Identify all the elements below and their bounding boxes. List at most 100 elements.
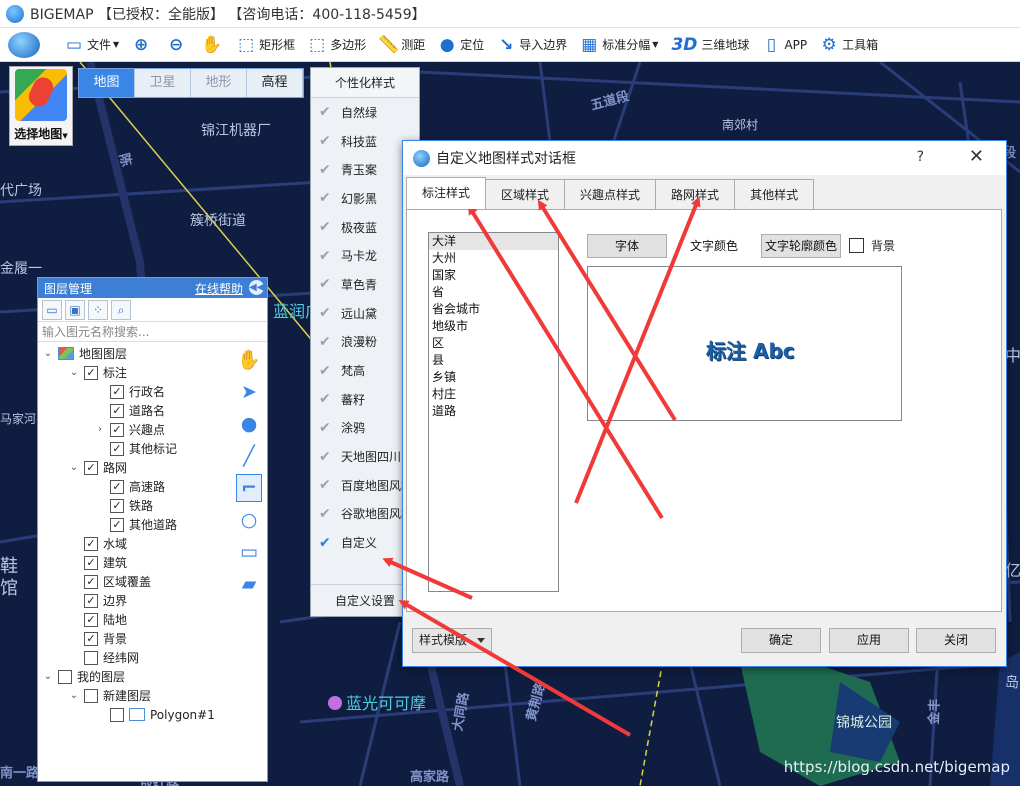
circle-icon[interactable]: ○ — [236, 504, 262, 536]
tree-item[interactable]: ✓ 背景 — [38, 629, 234, 648]
chevron-right-icon[interactable]: › — [94, 424, 106, 435]
category-item[interactable]: 地级市 — [429, 318, 558, 335]
search-icon[interactable]: ⌕ — [111, 299, 131, 320]
layer-checkbox[interactable] — [110, 707, 124, 722]
pan-button[interactable]: ✋ — [195, 30, 230, 60]
layer-checkbox[interactable]: ✓ — [84, 365, 98, 380]
line-icon[interactable]: ╱ — [236, 440, 262, 472]
app-button[interactable]: ▯ APP — [755, 30, 813, 60]
tree-item[interactable]: ⌄ 我的图层 — [38, 667, 234, 686]
rectangle-select-button[interactable]: ⬚ 矩形框 — [230, 30, 301, 60]
file-button[interactable]: ▭ 文件 ▼ — [58, 30, 125, 60]
locate-button[interactable]: ● 定位 — [431, 30, 490, 60]
category-item[interactable]: 乡镇 — [429, 369, 558, 386]
layer-checkbox[interactable]: ✓ — [84, 631, 98, 646]
layer-checkbox[interactable]: ✓ — [110, 384, 124, 399]
text-outline-color-button[interactable]: 文字轮廓颜色 — [761, 234, 841, 258]
close-icon[interactable]: ✕ — [969, 146, 984, 167]
layer-checkbox[interactable]: ✓ — [84, 574, 98, 589]
category-item[interactable]: 村庄 — [429, 386, 558, 403]
apply-button[interactable]: 应用 — [829, 628, 909, 653]
chevron-down-icon[interactable]: ⌄ — [42, 671, 54, 682]
measure-button[interactable]: 📏 测距 — [372, 30, 431, 60]
layer-search-input[interactable]: 输入图元名称搜索... — [38, 322, 267, 342]
tree-item[interactable]: ✓ 区域覆盖 — [38, 572, 234, 591]
polyline-icon[interactable]: ⌐ — [236, 474, 262, 502]
help-icon[interactable]: ? — [917, 149, 924, 165]
tab-poi-style[interactable]: 兴趣点样式 — [564, 179, 657, 209]
zoom-out-button[interactable]: ⊖ — [160, 30, 195, 60]
layer-checkbox[interactable] — [58, 669, 72, 684]
tab-terrain[interactable]: 地形 — [191, 69, 247, 97]
tree-item[interactable]: ⌄ 新建图层 — [38, 686, 234, 705]
tab-area-style[interactable]: 区域样式 — [485, 179, 566, 209]
chevron-down-icon[interactable]: ⌄ — [42, 348, 54, 359]
layer-checkbox[interactable]: ✓ — [110, 403, 124, 418]
import-boundary-button[interactable]: ↘ 导入边界 — [490, 30, 573, 60]
layer-checkbox[interactable]: ✓ — [84, 555, 98, 570]
category-item[interactable]: 大洋 — [429, 233, 558, 250]
layer-checkbox[interactable]: ✓ — [84, 593, 98, 608]
rectangle-icon[interactable]: ▭ — [236, 536, 262, 568]
font-button[interactable]: 字体 — [587, 234, 667, 258]
tree-item[interactable]: ✓ 建筑 — [38, 553, 234, 572]
tab-other-style[interactable]: 其他样式 — [734, 179, 815, 209]
close-button[interactable]: 关闭 — [916, 628, 996, 653]
category-item[interactable]: 大州 — [429, 250, 558, 267]
hand-icon[interactable]: ✋ — [236, 344, 262, 376]
style-template-combo[interactable]: 样式模版 — [412, 628, 492, 653]
3d-globe-button[interactable]: 3D 三维地球 — [664, 30, 755, 60]
tab-label-style[interactable]: 标注样式 — [406, 177, 487, 209]
pointer-icon[interactable]: ➤ — [236, 376, 262, 408]
collapse-icon[interactable]: ◀◀ — [249, 280, 264, 295]
open-folder-icon[interactable]: ▭ — [42, 299, 62, 320]
layer-checkbox[interactable]: ✓ — [84, 536, 98, 551]
layer-checkbox[interactable] — [84, 650, 98, 665]
marker-icon[interactable]: ● — [236, 408, 262, 440]
standard-grid-button[interactable]: ▦ 标准分幅 ▼ — [573, 30, 664, 60]
select-icon[interactable]: ⁘ — [88, 299, 108, 320]
layer-checkbox[interactable]: ✓ — [110, 498, 124, 513]
chevron-down-icon[interactable]: ⌄ — [68, 367, 80, 378]
layer-checkbox[interactable] — [84, 688, 98, 703]
category-item[interactable]: 道路 — [429, 403, 558, 420]
tree-item[interactable]: ⌄ 地图图层 — [38, 344, 234, 363]
background-checkbox[interactable]: 背景 — [849, 237, 895, 254]
tree-item[interactable]: ⌄ ✓ 标注 — [38, 363, 234, 382]
ruler-icon[interactable]: ▰ — [236, 568, 262, 600]
chevron-down-icon[interactable]: ⌄ — [68, 462, 80, 473]
choose-map-button[interactable]: 选择地图▼ — [9, 66, 73, 146]
tree-item[interactable]: ✓ 其他道路 — [38, 515, 234, 534]
zoom-in-button[interactable]: ⊕ — [125, 30, 160, 60]
tree-item[interactable]: ✓ 铁路 — [38, 496, 234, 515]
tree-item[interactable]: ✓ 行政名 — [38, 382, 234, 401]
category-item[interactable]: 省会城市 — [429, 301, 558, 318]
chevron-down-icon[interactable]: ⌄ — [68, 690, 80, 701]
tree-item[interactable]: ✓ 高速路 — [38, 477, 234, 496]
tab-satellite[interactable]: 卫星 — [135, 69, 191, 97]
category-item[interactable]: 区 — [429, 335, 558, 352]
polygon-select-button[interactable]: ⬚ 多边形 — [301, 30, 372, 60]
layer-checkbox[interactable]: ✓ — [84, 460, 98, 475]
bigemap-globe-icon[interactable] — [8, 31, 40, 58]
tab-elevation[interactable]: 高程 — [247, 69, 303, 97]
style-item[interactable]: ✔ 自然绿 — [311, 98, 419, 127]
tree-item[interactable]: › ✓ 兴趣点 — [38, 420, 234, 439]
tree-item[interactable]: ✓ 其他标记 — [38, 439, 234, 458]
tree-item[interactable]: ✓ 水域 — [38, 534, 234, 553]
layer-checkbox[interactable]: ✓ — [110, 517, 124, 532]
layer-checkbox[interactable]: ✓ — [84, 612, 98, 627]
tree-item[interactable]: ✓ 陆地 — [38, 610, 234, 629]
tree-item[interactable]: ✓ 道路名 — [38, 401, 234, 420]
tab-road-style[interactable]: 路网样式 — [655, 179, 736, 209]
ok-button[interactable]: 确定 — [741, 628, 821, 653]
layer-checkbox[interactable]: ✓ — [110, 441, 124, 456]
text-color-button[interactable]: 文字颜色 — [675, 234, 753, 258]
toolbox-button[interactable]: ⚙ 工具箱 — [813, 30, 884, 60]
style-menu-header[interactable]: 个性化样式 — [311, 68, 419, 98]
tree-item[interactable]: Polygon#1 — [38, 705, 234, 724]
layer-checkbox[interactable]: ✓ — [110, 422, 124, 437]
layer-checkbox[interactable]: ✓ — [110, 479, 124, 494]
tab-map[interactable]: 地图 — [79, 69, 135, 97]
save-icon[interactable]: ▣ — [65, 299, 85, 320]
